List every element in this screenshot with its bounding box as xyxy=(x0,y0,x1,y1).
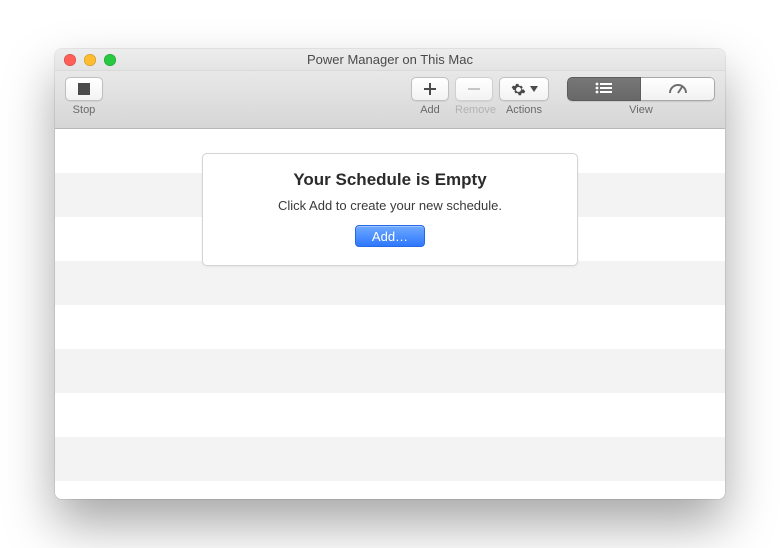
plus-icon xyxy=(423,82,437,96)
empty-state-panel: Your Schedule is Empty Click Add to crea… xyxy=(202,153,578,266)
zoom-icon[interactable] xyxy=(104,54,116,66)
close-icon[interactable] xyxy=(64,54,76,66)
view-label: View xyxy=(567,104,715,116)
stop-icon xyxy=(78,83,90,95)
stop-group: Stop xyxy=(65,77,103,116)
minimize-icon[interactable] xyxy=(84,54,96,66)
gauge-icon xyxy=(668,81,688,97)
stop-button[interactable] xyxy=(65,77,103,101)
empty-heading: Your Schedule is Empty xyxy=(221,170,559,190)
view-list-button[interactable] xyxy=(567,77,641,101)
add-button[interactable] xyxy=(411,77,449,101)
stop-label: Stop xyxy=(73,104,96,116)
remove-button[interactable] xyxy=(455,77,493,101)
actions-button[interactable] xyxy=(499,77,549,101)
titlebar: Power Manager on This Mac xyxy=(55,49,725,71)
actions-label: Actions xyxy=(499,104,549,116)
empty-subtitle: Click Add to create your new schedule. xyxy=(221,198,559,213)
content-area: Your Schedule is Empty Click Add to crea… xyxy=(55,129,725,499)
center-group: Add Remove Actions xyxy=(411,77,549,116)
window-controls xyxy=(55,54,116,66)
list-icon xyxy=(595,82,613,97)
toolbar: Stop xyxy=(55,71,725,129)
gear-icon xyxy=(511,82,526,97)
view-gauge-button[interactable] xyxy=(641,77,715,101)
view-group: View xyxy=(567,77,715,116)
add-label: Add xyxy=(411,104,449,116)
remove-label: Remove xyxy=(455,104,493,116)
view-segmented xyxy=(567,77,715,101)
window-title: Power Manager on This Mac xyxy=(55,52,725,67)
minus-icon xyxy=(467,82,481,96)
empty-add-button[interactable]: Add… xyxy=(355,225,425,247)
chevron-down-icon xyxy=(530,86,538,92)
app-window: Power Manager on This Mac Stop xyxy=(55,49,725,499)
